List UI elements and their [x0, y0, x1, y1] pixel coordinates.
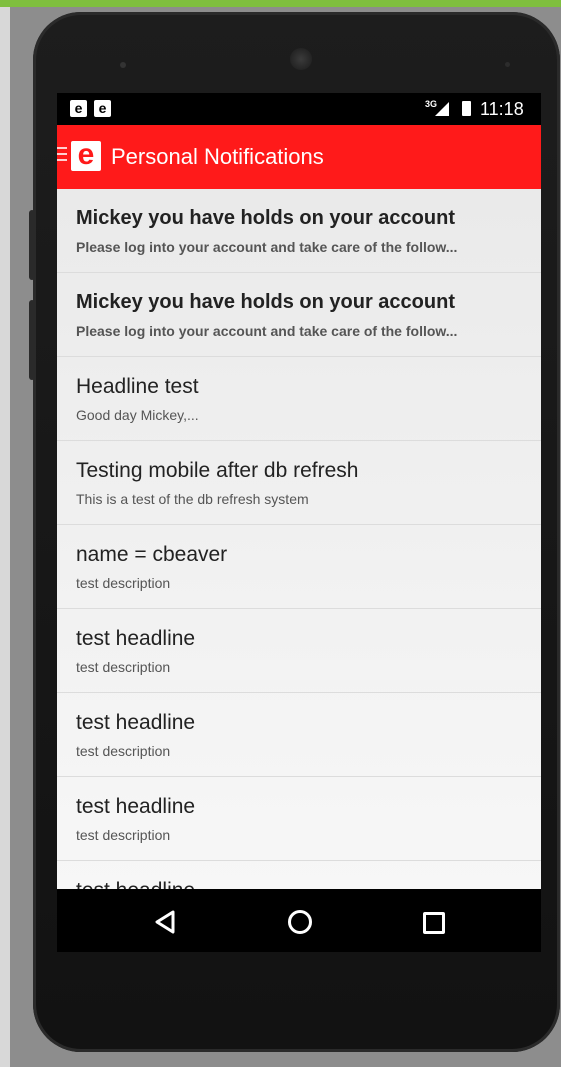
status-time: 11:18 [480, 99, 524, 119]
notification-headline: Testing mobile after db refresh [76, 459, 359, 482]
list-item[interactable]: Headline test Good day Mickey,... [57, 357, 541, 441]
notification-description: test description [76, 575, 171, 591]
notification-description: This is a test of the db refresh system [76, 491, 309, 507]
list-item[interactable]: test headline [57, 861, 541, 889]
volume-button[interactable] [29, 210, 35, 280]
device-screen: e e 3G 11:18 e Personal Notifications Mi… [57, 93, 541, 952]
signal-icon [435, 102, 449, 116]
notification-description: Please log into your account and take ca… [76, 323, 458, 339]
notification-headline: Headline test [76, 375, 199, 398]
window-top-border [0, 0, 561, 7]
notification-description: test description [76, 827, 171, 843]
notification-description: Good day Mickey,... [76, 407, 199, 423]
notification-icon: e [94, 100, 111, 117]
list-item[interactable]: test headline test description [57, 777, 541, 861]
notification-headline: test headline [76, 879, 195, 889]
notification-headline: test headline [76, 711, 196, 734]
app-logo[interactable]: e [71, 140, 101, 171]
hamburger-menu-icon[interactable] [57, 147, 67, 165]
status-bar: e e 3G 11:18 [57, 93, 541, 125]
list-item[interactable]: Mickey you have holds on your account Pl… [57, 273, 541, 357]
sensor-dot-right [505, 62, 510, 67]
home-icon[interactable] [288, 910, 312, 934]
battery-icon [462, 101, 471, 116]
list-item[interactable]: Testing mobile after db refresh This is … [57, 441, 541, 525]
recents-icon[interactable] [423, 912, 445, 934]
notification-description: test description [76, 659, 171, 675]
notification-headline: Mickey you have holds on your account [76, 291, 455, 313]
notification-description: test description [76, 743, 171, 759]
notification-headline: test headline [76, 795, 196, 818]
notification-headline: name = cbeaver [76, 543, 228, 566]
window-left-border [0, 7, 10, 1067]
list-item[interactable]: test headline test description [57, 693, 541, 777]
list-item[interactable]: test headline test description [57, 609, 541, 693]
notification-list[interactable]: Mickey you have holds on your account Pl… [57, 189, 541, 889]
notification-headline: test headline [76, 627, 196, 650]
notification-description: Please log into your account and take ca… [76, 239, 458, 255]
app-bar: e Personal Notifications [57, 125, 541, 189]
list-item[interactable]: Mickey you have holds on your account Pl… [57, 189, 541, 273]
list-item[interactable]: name = cbeaver test description [57, 525, 541, 609]
sensor-dot [120, 62, 126, 68]
notification-headline: Mickey you have holds on your account [76, 207, 455, 229]
back-icon[interactable] [154, 910, 176, 934]
notification-icon: e [70, 100, 87, 117]
page-title: Personal Notifications [111, 144, 324, 169]
power-button[interactable] [29, 300, 35, 380]
front-camera-icon [290, 48, 312, 70]
system-nav-bar [57, 889, 541, 952]
